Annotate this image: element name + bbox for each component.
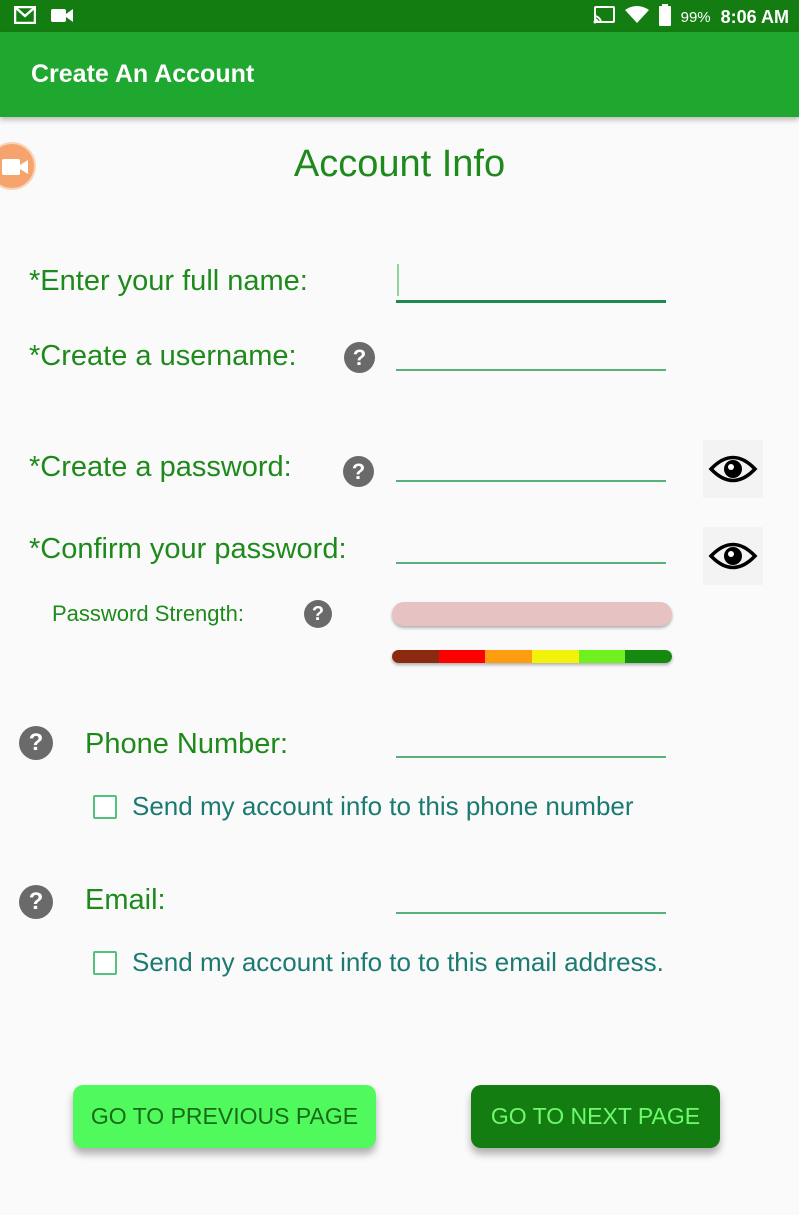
app-bar: Create An Account (0, 32, 799, 117)
video-camera-icon (50, 6, 74, 29)
email-label: Email: (85, 884, 166, 916)
gmail-icon (13, 5, 37, 29)
password-help-icon[interactable]: ? (343, 456, 374, 487)
strength-help-icon[interactable]: ? (304, 600, 332, 628)
username-input[interactable] (396, 335, 666, 371)
password-label: *Create a password: (29, 451, 292, 483)
strength-scale-segment (438, 650, 486, 663)
strength-scale-segment (392, 650, 439, 663)
username-label: *Create a username: (29, 340, 297, 372)
email-checkbox[interactable] (93, 951, 117, 975)
password-input[interactable] (396, 446, 666, 482)
page-title: Account Info (293, 143, 506, 185)
text-cursor (397, 264, 399, 296)
email-input[interactable] (396, 878, 666, 914)
phone-checkbox[interactable] (93, 795, 117, 819)
app-bar-title: Create An Account (31, 60, 255, 88)
next-page-button[interactable]: GO TO NEXT PAGE (471, 1085, 720, 1148)
username-help-icon[interactable]: ? (344, 342, 375, 373)
full-name-input[interactable] (396, 266, 666, 303)
phone-label: Phone Number: (85, 728, 289, 760)
strength-scale-segment (625, 650, 672, 663)
full-name-label: *Enter your full name: (29, 265, 308, 297)
show-confirm-password-button[interactable] (703, 527, 763, 585)
confirm-password-input[interactable] (396, 528, 666, 564)
strength-scale-segment (532, 650, 579, 663)
wifi-icon (624, 6, 649, 29)
show-password-button[interactable] (703, 440, 763, 498)
battery-percent: 99% (680, 9, 711, 26)
confirm-password-label: *Confirm your password: (29, 533, 347, 565)
password-strength-bar (392, 602, 672, 626)
phone-input[interactable] (396, 722, 666, 758)
phone-help-icon[interactable]: ? (19, 726, 53, 760)
email-help-icon[interactable]: ? (19, 885, 53, 919)
cast-icon (593, 6, 615, 29)
battery-icon (658, 4, 671, 31)
status-bar: 99% 8:06 AM (0, 0, 799, 32)
eye-icon (708, 542, 758, 570)
phone-checkbox-label[interactable]: Send my account info to this phone numbe… (132, 791, 634, 822)
eye-icon (708, 455, 758, 483)
strength-scale-segment (578, 650, 626, 663)
clock: 8:06 AM (720, 7, 789, 27)
password-strength-scale (392, 650, 672, 663)
email-checkbox-label[interactable]: Send my account info to to this email ad… (132, 947, 664, 978)
strength-scale-segment (485, 650, 533, 663)
password-strength-label: Password Strength: (52, 601, 244, 626)
previous-page-button[interactable]: GO TO PREVIOUS PAGE (73, 1085, 376, 1148)
